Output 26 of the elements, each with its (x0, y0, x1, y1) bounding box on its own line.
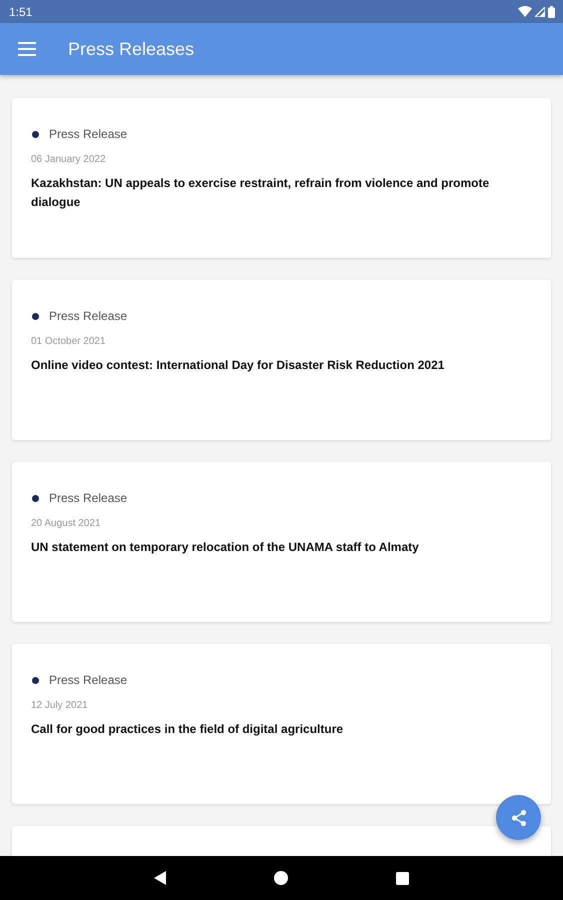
release-date: 12 July 2021 (31, 700, 89, 711)
release-title: Call for good practices in the field of digital agriculture (31, 721, 344, 738)
release-title: Kazakhstan: UN appeals to exercise restraint, refrain from violence and promote dialogue (31, 175, 490, 211)
app-title: Press Releases (68, 38, 194, 60)
news-card[interactable]: Press Release 20 August 2021 UN statement on temporary relocation of the UNAMA staff to Almaty (12, 462, 551, 622)
back-icon[interactable] (154, 871, 166, 885)
category-label: Press Release (49, 491, 128, 505)
news-card[interactable]: Press Release 06 January 2022 Kazakhstan: UN appeals to exercise restraint, refrain from violence and promote dialogue (12, 98, 551, 258)
battery-icon (548, 6, 555, 18)
release-title: Online video contest: International Day for Disaster Risk Reduction 2021 (31, 357, 446, 374)
news-card[interactable]: Press Release 12 July 2021 Call for good practices in the field of digital agriculture (12, 644, 551, 804)
release-title: UN statement on temporary relocation of the UNAMA staff to Almaty (31, 539, 420, 556)
category-label: Press Release (49, 673, 128, 687)
news-card[interactable]: Press Release 01 October 2021 Online video contest: International Day for Disaster Risk Reduction 2021 (12, 280, 551, 440)
release-date: 01 October 2021 (31, 336, 106, 347)
category-label: Press Release (49, 127, 128, 141)
home-icon[interactable] (274, 871, 288, 885)
share-icon (510, 808, 528, 826)
signal-icon (535, 6, 545, 16)
status-time: 1:51 (9, 4, 32, 18)
menu-icon[interactable] (18, 42, 36, 56)
release-date: 06 January 2022 (31, 154, 107, 165)
release-date: 20 August 2021 (31, 518, 102, 529)
wifi-icon (518, 6, 532, 17)
recents-icon[interactable] (396, 872, 409, 884)
category-label: Press Release (49, 309, 128, 323)
